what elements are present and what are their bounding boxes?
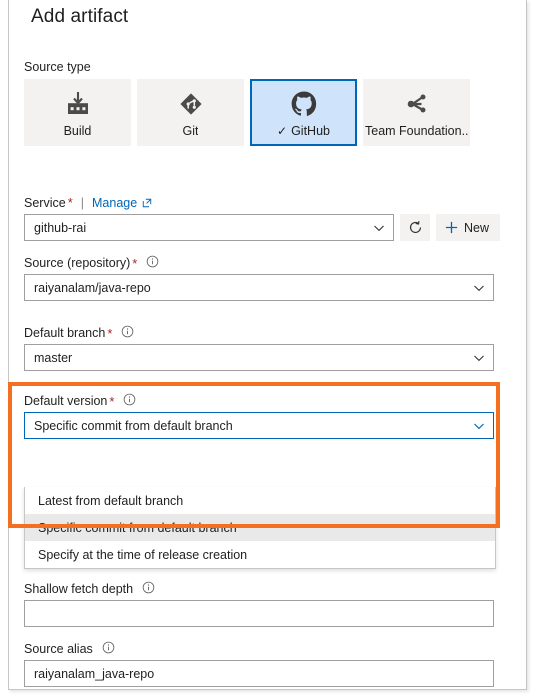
build-icon <box>64 88 92 120</box>
default-version-input[interactable]: Specific commit from default branch <box>24 412 494 439</box>
source-type-label: Source type <box>24 60 91 74</box>
add-artifact-panel: Add artifact Source type Build Git ✓ Git… <box>8 0 527 690</box>
source-repository-input[interactable]: raiyanalam/java-repo <box>24 274 494 301</box>
service-separator: | <box>80 195 84 210</box>
source-repository-label: Source (repository) * <box>24 255 159 271</box>
refresh-button[interactable] <box>400 214 430 241</box>
service-label: Service * | Manage <box>24 195 152 210</box>
service-value: github-rai <box>34 220 87 235</box>
page-title: Add artifact <box>31 6 129 27</box>
shallow-fetch-depth-input[interactable] <box>24 600 494 627</box>
tfvc-icon <box>403 88 431 120</box>
default-branch-label: Default branch * <box>24 325 134 341</box>
default-branch-value: master <box>34 350 73 365</box>
service-input[interactable]: github-rai <box>24 214 394 241</box>
github-icon <box>290 88 318 120</box>
source-alias-value: raiyanalam_java-repo <box>34 666 155 681</box>
default-version-label: Default version * <box>24 393 136 409</box>
new-service-button[interactable]: New <box>436 214 501 241</box>
info-icon[interactable] <box>121 325 134 341</box>
dropdown-option-specify-at-the-time-of-release-creation[interactable]: Specify at the time of release creation <box>25 541 495 568</box>
source-type-tile-github[interactable]: ✓ GitHub <box>250 79 357 146</box>
source-type-tiles: Build Git ✓ GitHub Team Foundation... <box>24 79 470 146</box>
service-row: github-rai New <box>24 214 501 241</box>
panel-body: Source type Build Git ✓ GitHub Team Foun… <box>9 47 526 689</box>
shallow-fetch-depth-label: Shallow fetch depth <box>24 581 155 597</box>
dropdown-option-latest-from-default-branch[interactable]: Latest from default branch <box>25 487 495 514</box>
source-type-tile-tfvc[interactable]: Team Foundation... <box>363 79 470 146</box>
default-version-required-marker: * <box>109 393 115 409</box>
dropdown-option-specific-commit-from-default-branch[interactable]: Specific commit from default branch <box>25 514 495 541</box>
external-link-icon <box>142 198 152 207</box>
git-icon <box>177 88 205 120</box>
source-type-tile-git[interactable]: Git <box>137 79 244 146</box>
source-type-tile-tfvc-label: Team Foundation... <box>365 123 468 138</box>
info-icon[interactable] <box>102 641 115 657</box>
info-icon[interactable] <box>146 255 159 271</box>
manage-link-label: Manage <box>92 195 138 210</box>
source-alias-label: Source alias <box>24 641 115 657</box>
github-label-text: GitHub <box>291 123 330 138</box>
source-type-tile-build-label: Build <box>63 123 92 138</box>
default-version-value: Specific commit from default branch <box>34 418 233 433</box>
source-type-tile-build[interactable]: Build <box>24 79 131 146</box>
source-type-tile-github-label: ✓ GitHub <box>277 124 330 138</box>
source-repository-value: raiyanalam/java-repo <box>34 280 151 295</box>
info-icon[interactable] <box>142 581 155 597</box>
chevron-down-icon <box>474 423 484 429</box>
source-repository-required-marker: * <box>132 255 138 271</box>
plus-icon <box>445 221 458 234</box>
source-alias-input[interactable]: raiyanalam_java-repo <box>24 660 494 687</box>
chevron-down-icon <box>474 285 484 291</box>
chevron-down-icon <box>474 355 484 361</box>
source-type-tile-git-label: Git <box>182 123 199 138</box>
chevron-down-icon <box>374 225 384 231</box>
service-required-marker: * <box>67 195 73 210</box>
refresh-icon <box>409 221 421 233</box>
default-branch-input[interactable]: master <box>24 344 494 371</box>
default-branch-required-marker: * <box>107 325 113 341</box>
info-icon[interactable] <box>123 393 136 409</box>
manage-link[interactable]: Manage <box>92 196 152 210</box>
checkmark-icon: ✓ <box>277 123 288 138</box>
default-version-dropdown-list: Latest from default branch Specific comm… <box>24 487 496 569</box>
new-service-label: New <box>464 220 490 235</box>
